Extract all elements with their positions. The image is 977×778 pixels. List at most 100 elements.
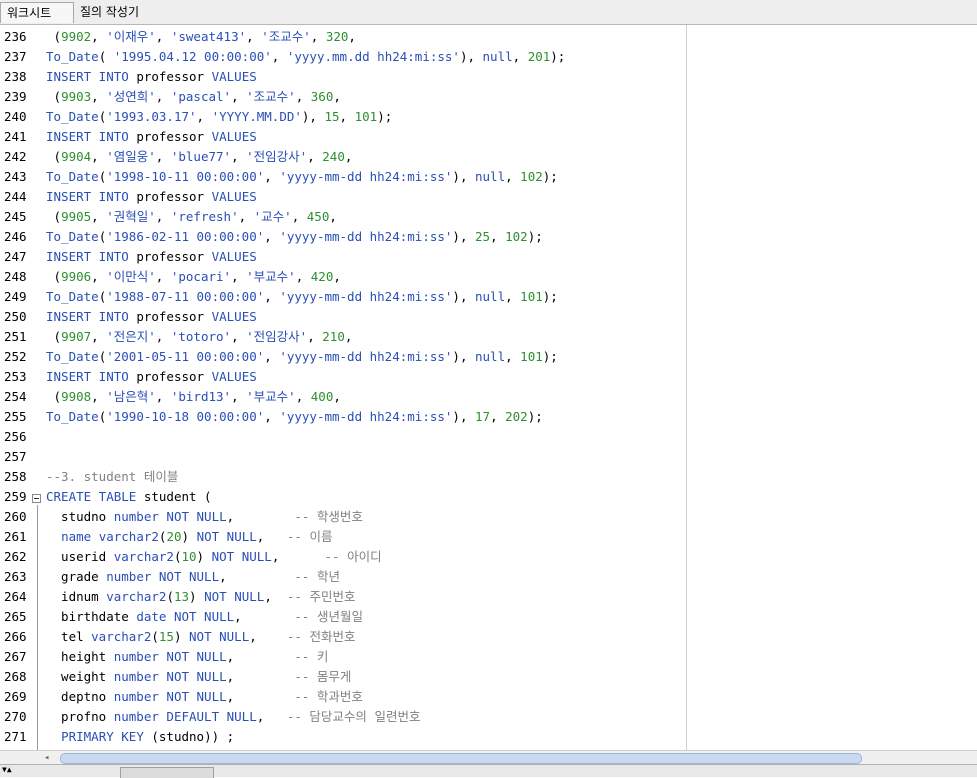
code-token: ,: [231, 89, 247, 104]
code-token: ,: [490, 409, 506, 424]
code-token: -- 이름: [286, 529, 333, 544]
code-text: (9904, '염일웅', 'blue77', '전임강사', 240,: [46, 147, 353, 167]
line-number: 240: [4, 109, 27, 124]
code-token: 15: [324, 109, 340, 124]
code-token: 'pocari': [170, 269, 232, 284]
sql-editor[interactable]: 236 (9902, '이재우', 'sweat413', '조교수', 320…: [0, 25, 977, 750]
code-token: ,: [490, 229, 506, 244]
code-token: (: [46, 389, 62, 404]
line-number: 246: [4, 229, 27, 244]
code-token: 201: [527, 49, 551, 64]
code-token: ,: [155, 89, 171, 104]
code-token: -- 주민번호: [286, 589, 356, 604]
code-token: 202: [505, 409, 528, 424]
code-token: ,: [231, 329, 247, 344]
line-number: 255: [4, 409, 27, 424]
code-token: 320: [325, 29, 349, 44]
code-token: 'yyyy-mm-dd hh24:mi:ss': [279, 229, 453, 244]
code-token: ,: [256, 529, 287, 544]
code-token: null: [475, 169, 506, 184]
line-number: 242: [4, 149, 27, 164]
collapse-icon[interactable]: [32, 494, 41, 503]
code-token: 9904: [61, 149, 92, 164]
code-token: To_Date: [46, 289, 99, 304]
tab-worksheet[interactable]: 워크시트: [0, 2, 74, 23]
code-token: ,: [246, 29, 262, 44]
code-token: ),: [452, 229, 475, 244]
code-token: professor: [128, 369, 212, 384]
code-token: 9908: [61, 389, 92, 404]
code-token: (: [46, 269, 62, 284]
code-token: 420: [310, 269, 334, 284]
code-token: student (: [136, 489, 212, 504]
code-token: -- 몸무게: [294, 669, 352, 684]
worksheet-tab-bar: 워크시트 질의 작성기: [0, 0, 977, 25]
code-token: ,: [307, 329, 323, 344]
line-number: 239: [4, 89, 27, 104]
line-number: 269: [4, 689, 27, 704]
expand-collapse-arrows-icon[interactable]: ▼▲: [2, 765, 12, 775]
code-token: ,: [505, 289, 521, 304]
code-token: '1988-07-11 00:00:00': [106, 289, 265, 304]
code-text: To_Date('1998-10-11 00:00:00', 'yyyy-mm-…: [46, 167, 558, 187]
code-token: professor: [128, 189, 212, 204]
scrollbar-thumb[interactable]: [60, 753, 862, 764]
code-text: INSERT INTO professor VALUES: [46, 367, 257, 387]
code-token: INSERT INTO: [46, 369, 129, 384]
code-token: 'bird13': [170, 389, 232, 404]
code-token: birthdate: [46, 609, 137, 624]
code-token: ,: [295, 89, 311, 104]
code-token: 'totoro': [170, 329, 232, 344]
line-number: 265: [4, 609, 27, 624]
line-number: 258: [4, 469, 27, 484]
right-margin-line: [686, 25, 687, 750]
code-token: (: [98, 49, 114, 64]
code-token: 102: [505, 229, 528, 244]
code-token: userid: [46, 549, 114, 564]
code-token: 101: [520, 289, 543, 304]
code-token: ,: [91, 89, 107, 104]
horizontal-scrollbar[interactable]: ◂: [0, 750, 977, 765]
code-token: null: [482, 49, 513, 64]
code-token: '전임강사': [246, 329, 308, 344]
code-token: tel: [46, 629, 92, 644]
code-token: '전은지': [106, 329, 156, 344]
code-token: ,: [505, 169, 521, 184]
code-token: ,: [264, 229, 280, 244]
code-token: ,: [238, 209, 254, 224]
line-number: 243: [4, 169, 27, 184]
code-token: 20: [166, 529, 182, 544]
code-token: 9905: [61, 209, 92, 224]
line-number: 247: [4, 249, 27, 264]
code-token: ,: [264, 589, 287, 604]
code-token: '2001-05-11 00:00:00': [106, 349, 265, 364]
code-token: '1986-02-11 00:00:00': [106, 229, 265, 244]
code-token: );: [542, 169, 558, 184]
code-token: ,: [155, 329, 171, 344]
code-text: (9908, '남은혁', 'bird13', '부교수', 400,: [46, 387, 341, 407]
scroll-left-arrow-icon[interactable]: ◂: [44, 753, 54, 763]
code-token: );: [550, 49, 566, 64]
code-token: -- 생년월일: [294, 609, 363, 624]
code-text: idnum varchar2(13) NOT NULL, -- 주민번호: [46, 587, 355, 607]
code-token: ),: [459, 49, 483, 64]
code-token: number DEFAULT NULL: [113, 709, 257, 724]
code-token: 'yyyy-mm-dd hh24:mi:ss': [279, 169, 453, 184]
code-token: 9906: [61, 269, 92, 284]
code-token: '1990-10-18 00:00:00': [106, 409, 265, 424]
code-token: ),: [452, 409, 475, 424]
code-token: grade: [46, 569, 107, 584]
code-token: deptno: [46, 689, 114, 704]
code-token: ): [196, 549, 212, 564]
tab-query-builder[interactable]: 질의 작성기: [74, 2, 154, 23]
code-token: 400: [310, 389, 334, 404]
line-number: 266: [4, 629, 27, 644]
line-number: 263: [4, 569, 27, 584]
code-token: -- 아이디: [324, 549, 382, 564]
code-token: ,: [512, 49, 528, 64]
bottom-panel-tab[interactable]: [120, 767, 214, 778]
code-token: '남은혁': [106, 389, 156, 404]
code-token: weight: [46, 669, 114, 684]
code-token: varchar2: [91, 629, 152, 644]
